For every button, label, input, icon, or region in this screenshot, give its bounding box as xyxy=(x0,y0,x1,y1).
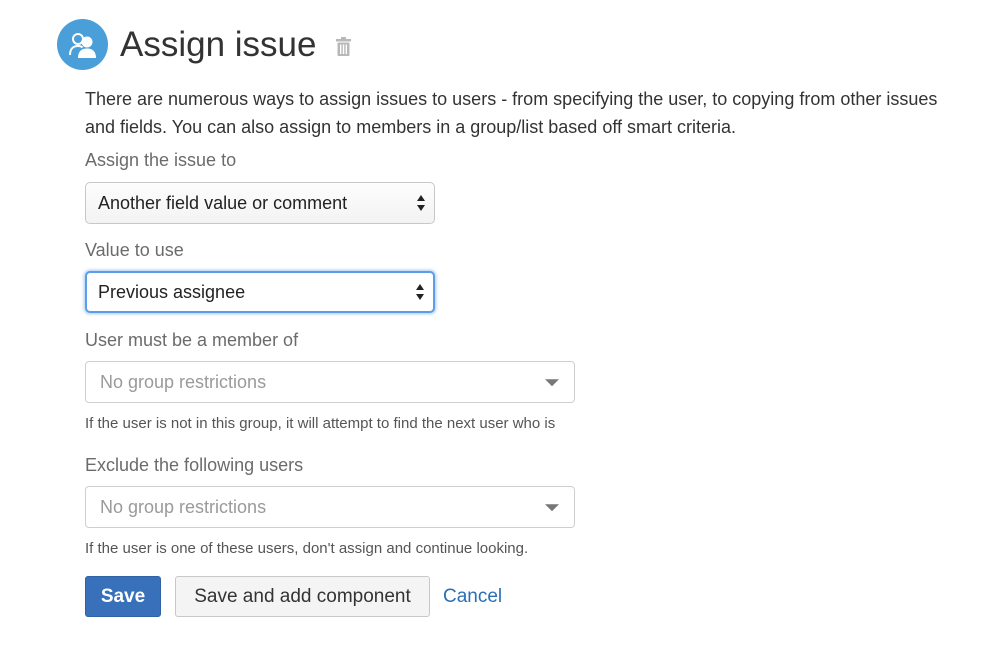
member-of-select[interactable]: No group restrictions xyxy=(85,361,575,403)
users-icon xyxy=(57,19,108,70)
exclude-users-label: Exclude the following users xyxy=(85,455,304,475)
cancel-link[interactable]: Cancel xyxy=(443,586,502,608)
save-and-add-component-button[interactable]: Save and add component xyxy=(175,576,430,617)
assign-to-value: Another field value or comment xyxy=(98,192,348,213)
value-to-use-value: Previous assignee xyxy=(98,281,246,302)
exclude-users-placeholder: No group restrictions xyxy=(100,496,267,517)
assign-to-label: Assign the issue to xyxy=(85,150,237,170)
member-of-label: User must be a member of xyxy=(85,330,299,350)
exclude-users-help: If the user is one of these users, don't… xyxy=(85,540,529,557)
page-header: Assign issue xyxy=(57,19,352,70)
exclude-users-select[interactable]: No group restrictions xyxy=(85,486,575,528)
save-button[interactable]: Save xyxy=(85,576,161,617)
chevron-down-icon xyxy=(545,379,559,387)
trash-icon[interactable] xyxy=(336,37,352,56)
value-to-use-label: Value to use xyxy=(85,240,184,260)
select-arrows-icon xyxy=(415,283,425,301)
select-arrows-icon xyxy=(416,194,426,212)
member-of-placeholder: No group restrictions xyxy=(100,371,267,392)
assign-issue-page: Assign issue There are numerous ways to … xyxy=(0,0,999,665)
chevron-down-icon xyxy=(545,504,559,512)
page-title: Assign issue xyxy=(120,25,317,64)
assign-to-select[interactable]: Another field value or comment xyxy=(85,182,435,224)
description-text: There are numerous ways to assign issues… xyxy=(85,89,938,137)
description-block: There are numerous ways to assign issues… xyxy=(85,85,965,141)
value-to-use-select[interactable]: Previous assignee xyxy=(85,271,435,313)
member-of-help: If the user is not in this group, it wil… xyxy=(85,415,556,432)
